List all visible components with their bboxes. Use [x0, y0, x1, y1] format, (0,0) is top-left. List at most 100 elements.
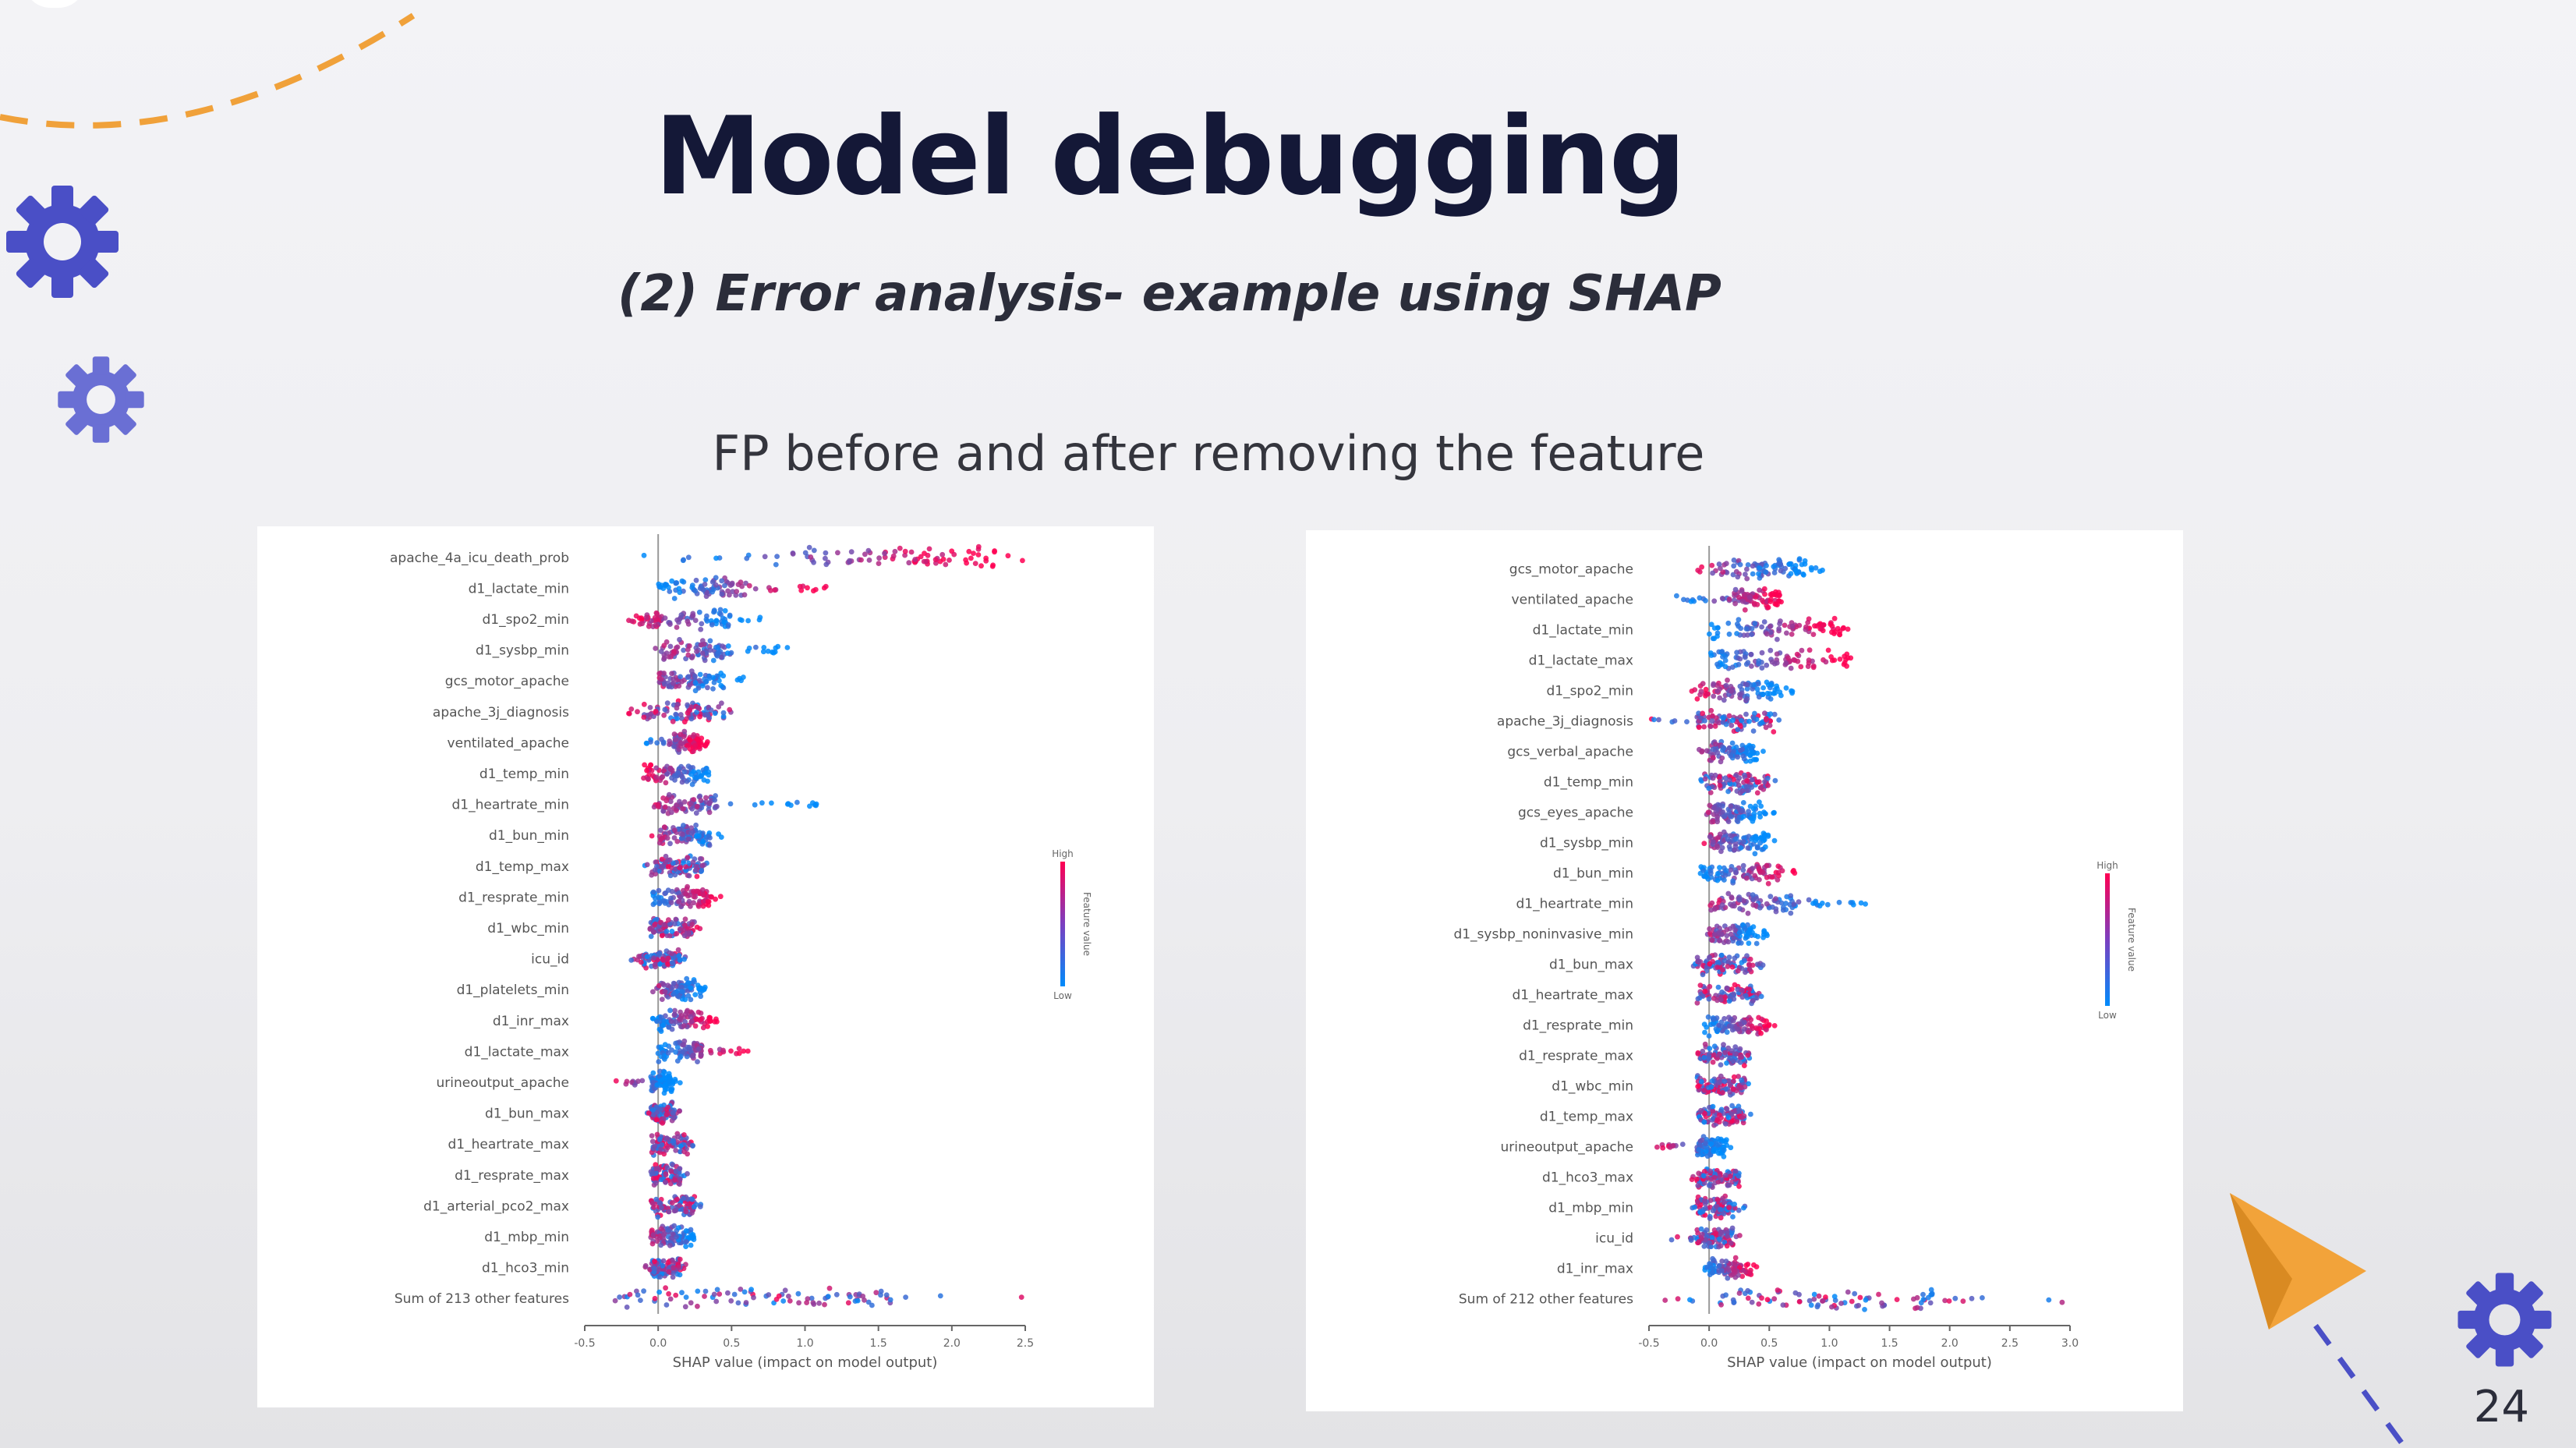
shap-point [676, 1264, 682, 1270]
feature-label: gcs_eyes_apache [1518, 805, 1633, 821]
shap-point [822, 1301, 827, 1308]
shap-point [1717, 1112, 1722, 1118]
shap-point [1787, 561, 1793, 567]
shap-point [1697, 569, 1703, 575]
shap-point [1739, 1077, 1744, 1083]
shap-point [811, 1301, 817, 1307]
feature-swarm [613, 1068, 683, 1096]
shap-point [1702, 1041, 1708, 1047]
shap-point [692, 680, 699, 685]
shap-point [1715, 1179, 1721, 1185]
shap-point [1789, 632, 1795, 637]
shap-point [686, 873, 692, 879]
shap-point [1760, 597, 1765, 604]
shap-point [1695, 996, 1701, 1002]
shap-point [738, 579, 744, 586]
shap-point [1707, 802, 1713, 809]
shap-point [660, 1121, 666, 1126]
shap-point [696, 609, 702, 615]
shap-point [1765, 880, 1771, 887]
shap-point [685, 1170, 690, 1177]
shap-point [1759, 624, 1764, 630]
shap-point [692, 992, 699, 997]
shap-point [1744, 749, 1750, 755]
shap-point [876, 561, 882, 566]
shap-point [1745, 1053, 1751, 1058]
shap-point [1969, 1295, 1975, 1301]
shap-point [1736, 1290, 1743, 1296]
shap-point [674, 1196, 680, 1202]
shap-point [1723, 868, 1729, 873]
feature-label: Sum of 212 other features [1459, 1292, 1633, 1308]
shap-point [685, 618, 691, 625]
shap-point [1726, 844, 1732, 850]
shap-point [649, 1138, 656, 1145]
shap-point [659, 933, 665, 939]
shap-point [661, 681, 667, 687]
shap-point [1738, 940, 1744, 946]
shap-point [1782, 565, 1789, 572]
shap-point [1745, 1287, 1751, 1294]
shap-point [1710, 746, 1716, 752]
shap-point [694, 873, 700, 880]
feature-swarm [644, 1099, 682, 1126]
shap-point [1701, 1054, 1707, 1060]
shap-point [1718, 1243, 1724, 1249]
shap-point [1759, 650, 1765, 656]
shap-point [1668, 1237, 1675, 1243]
shap-point [676, 683, 682, 689]
shap-point [1721, 1147, 1727, 1153]
shap-point [679, 779, 685, 785]
shap-point [677, 1080, 683, 1085]
shap-point [674, 625, 680, 630]
shap-point [1719, 755, 1725, 761]
shap-point [1718, 1206, 1723, 1213]
shap-point [635, 1292, 641, 1298]
shap-point [1716, 1051, 1722, 1057]
x-tick-label: -0.5 [1638, 1337, 1659, 1350]
shap-point [1754, 779, 1760, 785]
shap-point [975, 543, 982, 550]
shap-point [1741, 958, 1747, 964]
shap-point [1810, 664, 1817, 671]
shap-point [1711, 693, 1717, 699]
shap-point [702, 1288, 709, 1294]
shap-point [1717, 783, 1723, 788]
shap-point [1856, 1302, 1862, 1308]
shap-point [1736, 617, 1742, 623]
shap-point [1714, 965, 1721, 970]
shap-point [1823, 659, 1829, 665]
feature-label: d1_wbc_min [487, 921, 569, 936]
shap-point [1729, 1023, 1734, 1029]
shap-point [1701, 841, 1707, 847]
shap-point [667, 766, 674, 772]
shap-point [1732, 982, 1738, 988]
shap-point [694, 803, 700, 809]
shap-point [906, 560, 912, 566]
shap-point [1751, 600, 1757, 607]
shap-point [679, 984, 685, 990]
x-tick-label: 0.5 [723, 1337, 740, 1350]
shap-point [1739, 598, 1746, 604]
shap-point [644, 862, 650, 868]
shap-point [1702, 776, 1708, 782]
shap-point [1718, 1302, 1724, 1308]
shap-point [652, 961, 658, 968]
shap-point [1716, 938, 1722, 944]
shap-point [1816, 1293, 1822, 1299]
shap-point [688, 830, 694, 836]
shap-point [639, 615, 645, 621]
shap-point [1750, 866, 1756, 871]
shap-point [677, 1176, 683, 1182]
shap-point [1788, 571, 1794, 576]
shap-point [1731, 563, 1737, 569]
shap-point [1711, 681, 1717, 687]
shap-point [663, 1302, 670, 1308]
shap-point [1701, 1119, 1707, 1125]
shap-point [1734, 650, 1739, 656]
shap-point [646, 623, 652, 629]
shap-point [1760, 692, 1766, 698]
shap-point [652, 922, 657, 928]
shap-point [1813, 900, 1818, 906]
shap-point [1714, 749, 1721, 756]
